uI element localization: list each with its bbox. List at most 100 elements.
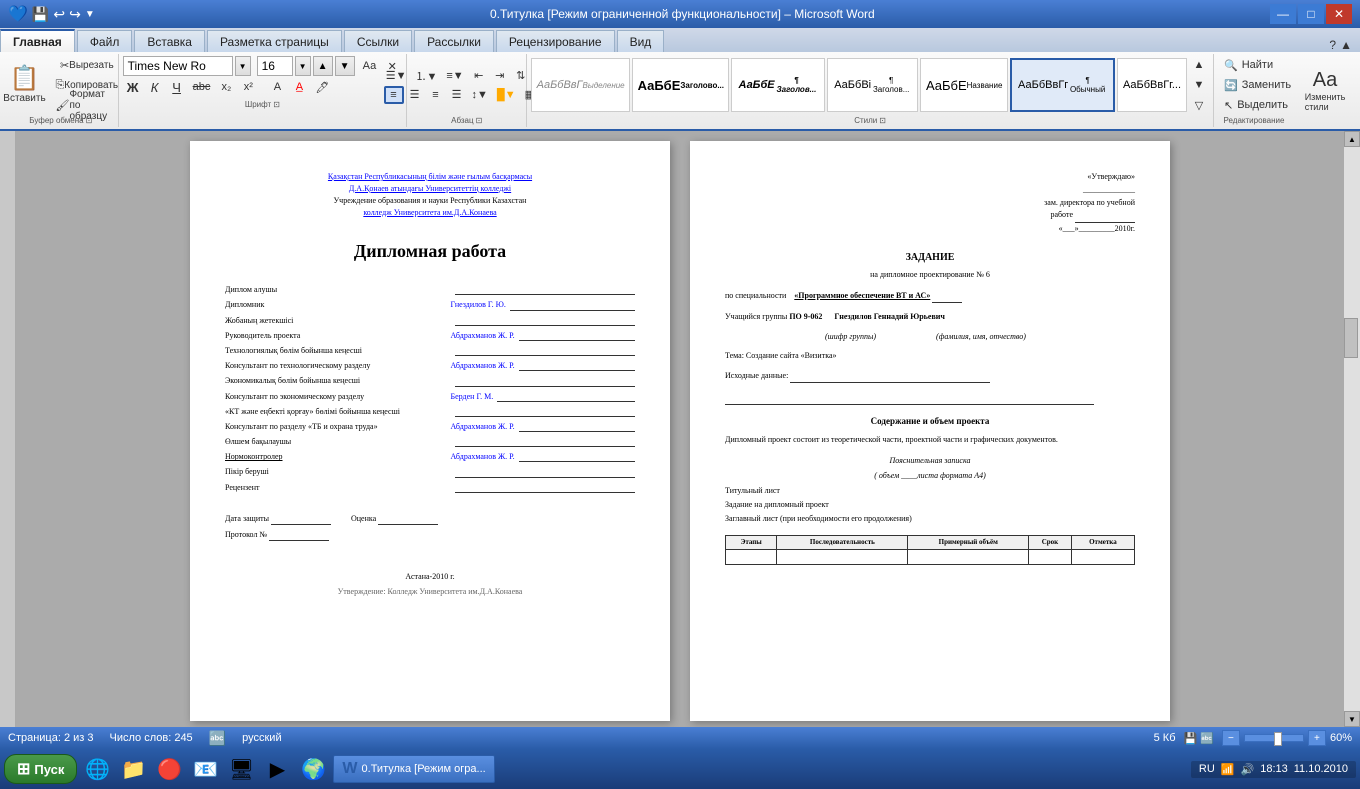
change-styles-button[interactable]: Aa Изменитьстили	[1300, 64, 1350, 118]
font-name-dropdown[interactable]: ▼	[235, 56, 251, 76]
clipboard-label: Буфер обмена ⊡	[10, 116, 112, 125]
font-size-input[interactable]: 16	[257, 56, 293, 76]
taskbar-mail-icon[interactable]: 📧	[189, 753, 221, 785]
style-title[interactable]: АаБбЕНазвание	[920, 58, 1008, 112]
scroll-up-arrow[interactable]: ▲	[1344, 131, 1360, 147]
align-right-button[interactable]: ≡	[426, 86, 446, 104]
font-size-dropdown[interactable]: ▼	[295, 56, 311, 76]
multilevel-list-button[interactable]: ≡▼	[442, 67, 467, 85]
row-label: Руководитель проекта	[225, 330, 451, 341]
taskbar-word-item[interactable]: W 0.Титулка [Режим огра...	[333, 755, 494, 783]
style-heading2[interactable]: АаБбЕ¶ Заголов...	[731, 58, 825, 112]
format-paint-button[interactable]: 🖌 Формат по образцу	[51, 96, 122, 114]
underline-button[interactable]: Ч	[167, 78, 187, 96]
shading-button[interactable]: █▼	[493, 86, 520, 104]
font-size-down[interactable]: ▼	[335, 56, 355, 76]
align-center-button[interactable]: ☰	[405, 86, 425, 104]
status-right: 5 Кб 💾 🔤 − + 60%	[1154, 730, 1352, 746]
style-heading3[interactable]: АаБбВі¶ Заголов...	[827, 58, 918, 112]
replace-button[interactable]: 🔄 Заменить	[1220, 76, 1288, 94]
styles-expand-arrow[interactable]: ▽	[1189, 96, 1209, 114]
table-row: Технологиялық бөлім бойынша кеңесші	[225, 345, 635, 356]
zoom-in-button[interactable]: +	[1308, 730, 1326, 746]
row-label: Өлшем бақылаушы	[225, 436, 451, 447]
subscript-button[interactable]: x₂	[216, 78, 236, 96]
tab-layout[interactable]: Разметка страницы	[207, 30, 342, 52]
close-button[interactable]: ✕	[1326, 4, 1352, 24]
tab-mailings[interactable]: Рассылки	[414, 30, 494, 52]
quick-save[interactable]: 💾	[32, 6, 49, 23]
taskbar-browser2-icon[interactable]: 🌍	[297, 753, 329, 785]
page-header-left: Қазақстан Республикасының білім және ғыл…	[225, 171, 635, 219]
replace-icon: 🔄	[1224, 79, 1238, 92]
tab-home[interactable]: Главная	[0, 29, 75, 52]
help-icon[interactable]: ?	[1329, 38, 1336, 52]
table-row: Консультант по разделу «ТБ и охрана труд…	[225, 421, 635, 432]
row-value: Абдрахманов Ж. Р.	[451, 330, 636, 341]
tab-view[interactable]: Вид	[617, 30, 665, 52]
content-title: Содержание и объем проекта	[725, 415, 1135, 428]
tab-references[interactable]: Ссылки	[344, 30, 412, 52]
text-color-button[interactable]: A̲	[289, 78, 309, 96]
find-button[interactable]: 🔍 Найти	[1220, 56, 1288, 74]
italic-button[interactable]: К	[145, 78, 165, 96]
clipboard-expand-icon[interactable]: ⊡	[86, 116, 93, 125]
minimize-button[interactable]: —	[1270, 4, 1296, 24]
superscript-button[interactable]: x²	[238, 78, 258, 96]
tab-insert[interactable]: Вставка	[134, 30, 205, 52]
date-label: «___»_________2010г.	[725, 223, 1135, 236]
text-effects-button[interactable]: A	[267, 78, 287, 96]
taskbar-media-icon[interactable]: ▶	[261, 753, 293, 785]
taskbar-explorer-icon[interactable]: 📁	[117, 753, 149, 785]
language[interactable]: русский	[242, 732, 281, 744]
document-scroll[interactable]: Қазақстан Республикасының білім және ғыл…	[16, 131, 1344, 727]
style-more[interactable]: АаБбВвГг...	[1117, 58, 1187, 112]
scroll-down-arrow[interactable]: ▼	[1344, 711, 1360, 727]
scroll-thumb[interactable]	[1344, 318, 1358, 358]
paste-button[interactable]: 📋 Вставить	[0, 58, 49, 112]
quick-more[interactable]: ▼	[85, 9, 95, 20]
start-button[interactable]: ⊞ Пуск	[4, 754, 77, 784]
style-heading1[interactable]: АаБбЕЗаголово...	[632, 58, 729, 112]
student-name-sub: (фамилия, имя, отчество)	[936, 331, 1026, 342]
decrease-indent-button[interactable]: ⇤	[469, 67, 489, 85]
styles-down-arrow[interactable]: ▼	[1189, 76, 1209, 94]
tab-file[interactable]: Файл	[77, 30, 133, 52]
strikethrough-button[interactable]: abc	[189, 78, 215, 96]
styles-up-arrow[interactable]: ▲	[1189, 56, 1209, 74]
font-size-up[interactable]: ▲	[313, 56, 333, 76]
font-expand-icon[interactable]: ⊡	[273, 100, 280, 109]
paragraph-expand-icon[interactable]: ⊡	[476, 116, 483, 125]
align-left-button[interactable]: ≡	[384, 86, 404, 104]
quick-redo[interactable]: ↪	[69, 6, 81, 23]
taskbar-opera-icon[interactable]: 🔴	[153, 753, 185, 785]
specialty-value: «Программное обеспечение ВТ и АС»	[794, 291, 930, 300]
justify-button[interactable]: ☰	[447, 86, 467, 104]
header-line3: Учреждение образования и науки Республик…	[225, 195, 635, 207]
bold-button[interactable]: Ж	[123, 78, 143, 96]
taskbar-ie-icon[interactable]: 🌐	[81, 753, 113, 785]
cut-button[interactable]: ✂ Вырезать	[51, 56, 122, 74]
highlight-button[interactable]: 🖊	[311, 78, 333, 96]
maximize-button[interactable]: □	[1298, 4, 1324, 24]
style-highlight[interactable]: АаБбВвГВыделение	[531, 58, 630, 112]
styles-expand-icon[interactable]: ⊡	[879, 116, 886, 125]
table-row: Экономикалық бөлім бойынша кеңесші	[225, 375, 635, 386]
taskbar-remote-icon[interactable]: 🖥	[225, 753, 257, 785]
zoom-out-button[interactable]: −	[1222, 730, 1240, 746]
style-normal[interactable]: АаБбВвГг¶ Обычный	[1010, 58, 1115, 112]
font-name-row: Times New Ro ▼ 16 ▼ ▲ ▼ Аа ✕	[123, 56, 403, 76]
scrollbar-right[interactable]: ▲ ▼	[1344, 131, 1360, 727]
quick-undo[interactable]: ↩	[53, 6, 65, 23]
numbered-list-button[interactable]: ⒈▼	[411, 67, 441, 85]
ribbon-collapse-icon[interactable]: ▲	[1340, 38, 1352, 52]
bullet-list-button[interactable]: ☰▼	[382, 67, 411, 85]
select-button[interactable]: ↖ Выделить	[1220, 96, 1288, 114]
font-name-input[interactable]: Times New Ro	[123, 56, 233, 76]
document-area: Қазақстан Республикасының білім және ғыл…	[0, 131, 1360, 727]
increase-indent-button[interactable]: ⇥	[490, 67, 510, 85]
change-case-button[interactable]: Аа	[359, 57, 381, 75]
zoom-slider[interactable]	[1244, 734, 1304, 742]
line-spacing-button[interactable]: ↕▼	[468, 86, 492, 104]
tab-review[interactable]: Рецензирование	[496, 30, 615, 52]
